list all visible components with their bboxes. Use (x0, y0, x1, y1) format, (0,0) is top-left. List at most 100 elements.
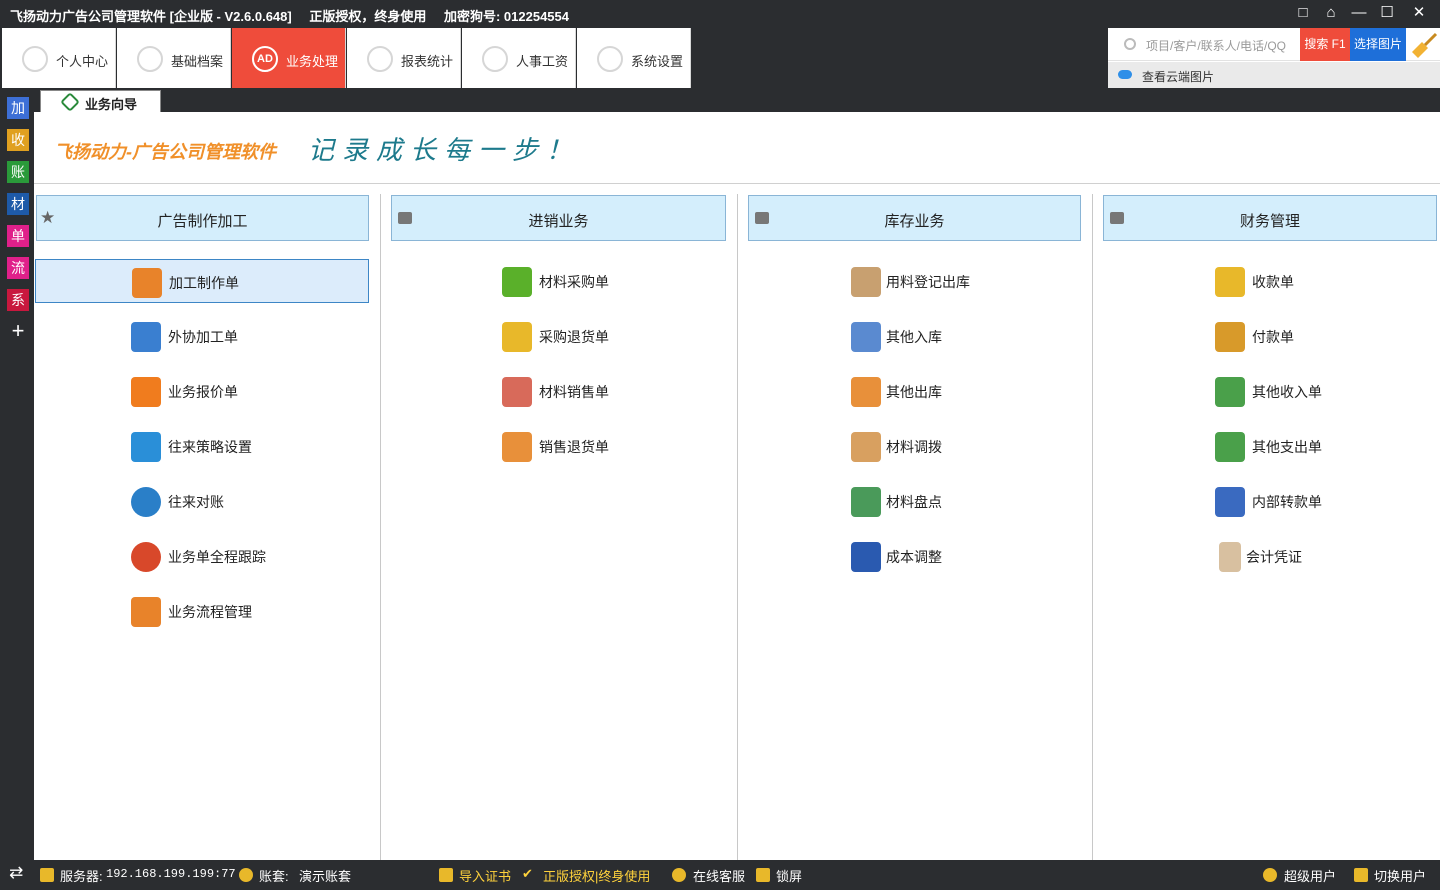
menu-item-sales-return[interactable]: 销售退货单 (391, 424, 726, 468)
menu-item-label: 成本调整 (886, 549, 942, 565)
maximize-button[interactable]: ☐ (1374, 2, 1400, 24)
tab-personal-center[interactable]: 个人中心 (2, 28, 116, 88)
basket-green-icon (502, 267, 532, 297)
switch-icon[interactable]: ⇄ (9, 863, 23, 883)
server-icon (40, 868, 54, 882)
menu-item-material-sales[interactable]: 材料销售单 (391, 369, 726, 413)
menu-item-order-tracking[interactable]: 业务单全程跟踪 (35, 534, 369, 578)
chat-icon (131, 432, 161, 462)
tags-icon (502, 377, 532, 407)
search-panel: 项目/客户/联系人/电话/QQ 搜索 F1 选择图片 查看云端图片 (1108, 28, 1440, 88)
doc-check-icon (131, 322, 161, 352)
cart-in-icon (851, 322, 881, 352)
menu-item-other-inbound[interactable]: 其他入库 (748, 314, 1081, 358)
menu-item-purchase-return[interactable]: 采购退货单 (391, 314, 726, 358)
menu-item-other-income[interactable]: 其他收入单 (1103, 369, 1437, 413)
logo: 飞扬动力-广告公司管理软件 (54, 142, 276, 162)
section-title: 进销业务 (528, 213, 589, 230)
clipboard-icon (132, 268, 162, 298)
column-purchase-sales: 进销业务 材料采购单 采购退货单 材料销售单 销售退货单 (381, 184, 737, 860)
menu-item-payment[interactable]: 付款单 (1103, 314, 1437, 358)
sidebar-item-material[interactable]: 材 (7, 193, 29, 215)
menu-item-label: 付款单 (1252, 329, 1294, 345)
tab-business[interactable]: AD 业务处理 (232, 28, 346, 88)
ad-icon: AD (252, 46, 278, 72)
cloud-icon (1118, 70, 1132, 79)
menu-item-stocktaking[interactable]: 材料盘点 (748, 479, 1081, 523)
menu-item-strategy-settings[interactable]: 往来策略设置 (35, 424, 369, 468)
server-value: 192.168.199.199:77 (106, 867, 236, 881)
license-status: 正版授权|终身使用 (543, 869, 651, 884)
app-title: 飞扬动力广告公司管理软件 [企业版 - V2.6.0.648] (10, 9, 292, 24)
minimize-button[interactable]: — (1346, 2, 1372, 24)
tab-business-guide[interactable]: 业务向导 (40, 90, 161, 112)
cart-out-icon (851, 377, 881, 407)
column-production: ★ 广告制作加工 加工制作单 外协加工单 业务报价单 往来策略设置 往来对账 业… (34, 184, 380, 860)
doc-icon[interactable]: □ (1290, 2, 1316, 24)
menu-item-label: 其他出库 (886, 384, 942, 400)
menu-item-processing-order[interactable]: 加工制作单 (35, 259, 369, 303)
menu-item-material-transfer[interactable]: 材料调拨 (748, 424, 1081, 468)
payer-icon (1215, 322, 1245, 352)
menu-item-process-management[interactable]: 业务流程管理 (35, 589, 369, 633)
cloud-images-link[interactable]: 查看云端图片 (1108, 62, 1440, 88)
tab-reports[interactable]: 报表统计 (347, 28, 461, 88)
menu-item-other-expense[interactable]: 其他支出单 (1103, 424, 1437, 468)
basket-yellow-icon (502, 322, 532, 352)
select-image-button[interactable]: 选择图片 (1350, 28, 1406, 61)
menu-item-label: 用料登记出库 (886, 274, 970, 290)
tab-system-settings[interactable]: 系统设置 (577, 28, 691, 88)
switch-user-icon (1354, 868, 1368, 882)
tab-label: 人事工资 (516, 54, 569, 69)
menu-item-outsourcing-order[interactable]: 外协加工单 (35, 314, 369, 358)
menu-item-internal-transfer[interactable]: 内部转款单 (1103, 479, 1437, 523)
section-title: 广告制作加工 (157, 213, 248, 230)
magic-wand-icon (851, 542, 881, 572)
column-finance: 财务管理 收款单 付款单 其他收入单 其他支出单 内部转款单 会计凭证 (1093, 184, 1440, 860)
menu-item-other-outbound[interactable]: 其他出库 (748, 369, 1081, 413)
lock-screen-button[interactable]: 锁屏 (776, 866, 802, 885)
sidebar-item-account[interactable]: 账 (7, 161, 29, 183)
menu-item-cost-adjustment[interactable]: 成本调整 (748, 534, 1081, 578)
sidebar-item-order[interactable]: 单 (7, 225, 29, 247)
menu-item-label: 内部转款单 (1252, 494, 1322, 510)
menu-item-receipt[interactable]: 收款单 (1103, 259, 1437, 303)
slogan: 记录成长每一步！ (308, 136, 581, 166)
broom-icon[interactable] (1408, 30, 1438, 60)
sidebar-item-add[interactable]: 加 (7, 97, 29, 119)
sidebar-item-system[interactable]: 系 (7, 289, 29, 311)
close-button[interactable]: ✕ (1406, 2, 1432, 24)
dongle-title: 加密狗号: 012254554 (443, 9, 569, 24)
inventory-icon (851, 487, 881, 517)
menu-item-quotation[interactable]: 业务报价单 (35, 369, 369, 413)
tab-basic-records[interactable]: 基础档案 (117, 28, 231, 88)
cloud-link-label: 查看云端图片 (1142, 70, 1215, 84)
shirt-icon[interactable]: ⌂ (1318, 2, 1344, 24)
online-service-link[interactable]: 在线客服 (693, 866, 745, 885)
money-minus-icon (1215, 432, 1245, 462)
search-placeholder: 项目/客户/联系人/电话/QQ (1146, 39, 1287, 53)
coins-icon (1215, 267, 1245, 297)
switch-user-button[interactable]: 切换用户 (1374, 866, 1426, 885)
search-button[interactable]: 搜索 F1 (1300, 28, 1350, 61)
flow-icon (131, 597, 161, 627)
tab-hr-wages[interactable]: 人事工资 (462, 28, 576, 88)
sidebar-item-flow[interactable]: 流 (7, 257, 29, 279)
menu-item-label: 业务单全程跟踪 (168, 549, 266, 565)
window-title: 飞扬动力广告公司管理软件 [企业版 - V2.6.0.648] 正版授权，终身使… (10, 6, 583, 25)
title-bar: 飞扬动力广告公司管理软件 [企业版 - V2.6.0.648] 正版授权，终身使… (0, 0, 1440, 28)
import-certificate-link[interactable]: 导入证书 (459, 866, 511, 885)
card-transfer-icon (1215, 487, 1245, 517)
sidebar-item-receive[interactable]: 收 (7, 129, 29, 151)
menu-item-material-purchase[interactable]: 材料采购单 (391, 259, 726, 303)
menu-item-usage-outbound[interactable]: 用料登记出库 (748, 259, 1081, 303)
tab-label: 业务向导 (85, 97, 138, 112)
menu-item-accounting-voucher[interactable]: 会计凭证 (1103, 534, 1437, 578)
menu-item-reconciliation[interactable]: 往来对账 (35, 479, 369, 523)
status-bar: ⇄ 服务器: 192.168.199.199:77 账套: 演示账套 导入证书 … (0, 860, 1440, 890)
section-header: ★ 广告制作加工 (36, 195, 369, 241)
plus-icon[interactable]: + (7, 320, 29, 342)
support-icon (672, 868, 686, 882)
menu-item-label: 业务报价单 (168, 384, 238, 400)
menu-item-label: 往来对账 (168, 494, 224, 510)
